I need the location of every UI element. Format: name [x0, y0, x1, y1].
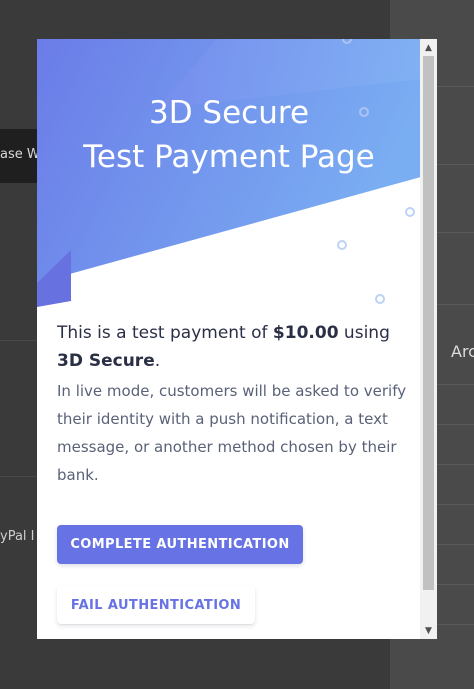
background-button-label: ase W — [0, 147, 40, 162]
payment-method: 3D Secure — [57, 351, 155, 371]
title-line-1: 3D Secure — [148, 95, 310, 131]
3d-secure-modal: 3D Secure Test Payment Page This is a te… — [37, 39, 437, 639]
decor-dot — [337, 240, 347, 250]
complete-authentication-button[interactable]: COMPLETE AUTHENTICATION — [57, 525, 303, 564]
fail-authentication-button[interactable]: FAIL AUTHENTICATION — [57, 586, 255, 624]
scroll-thumb[interactable] — [423, 56, 434, 590]
hero-banner: 3D Secure Test Payment Page — [37, 39, 421, 309]
description-text: In live mode, customers will be asked to… — [57, 382, 407, 484]
page-title: 3D Secure Test Payment Page — [37, 91, 421, 179]
summary-suffix: . — [154, 351, 161, 371]
background-heading: Arc — [451, 342, 474, 361]
payment-amount: $10.00 — [272, 323, 339, 343]
title-line-2: Test Payment Page — [83, 139, 375, 175]
modal-content: This is a test payment of $10.00 using 3… — [57, 319, 407, 489]
triangle-up-icon[interactable]: ▲ — [420, 39, 437, 56]
modal-scrollbar[interactable]: ▲ ▼ — [420, 39, 437, 639]
triangle-down-icon[interactable]: ▼ — [420, 622, 437, 639]
decor-dot — [375, 294, 385, 304]
background-paypal-text: yPal I — [0, 529, 35, 544]
decor-dot — [405, 207, 415, 217]
payment-summary: This is a test payment of $10.00 using 3… — [57, 319, 407, 375]
summary-middle: using — [338, 323, 390, 343]
summary-prefix: This is a test payment of — [57, 323, 273, 343]
